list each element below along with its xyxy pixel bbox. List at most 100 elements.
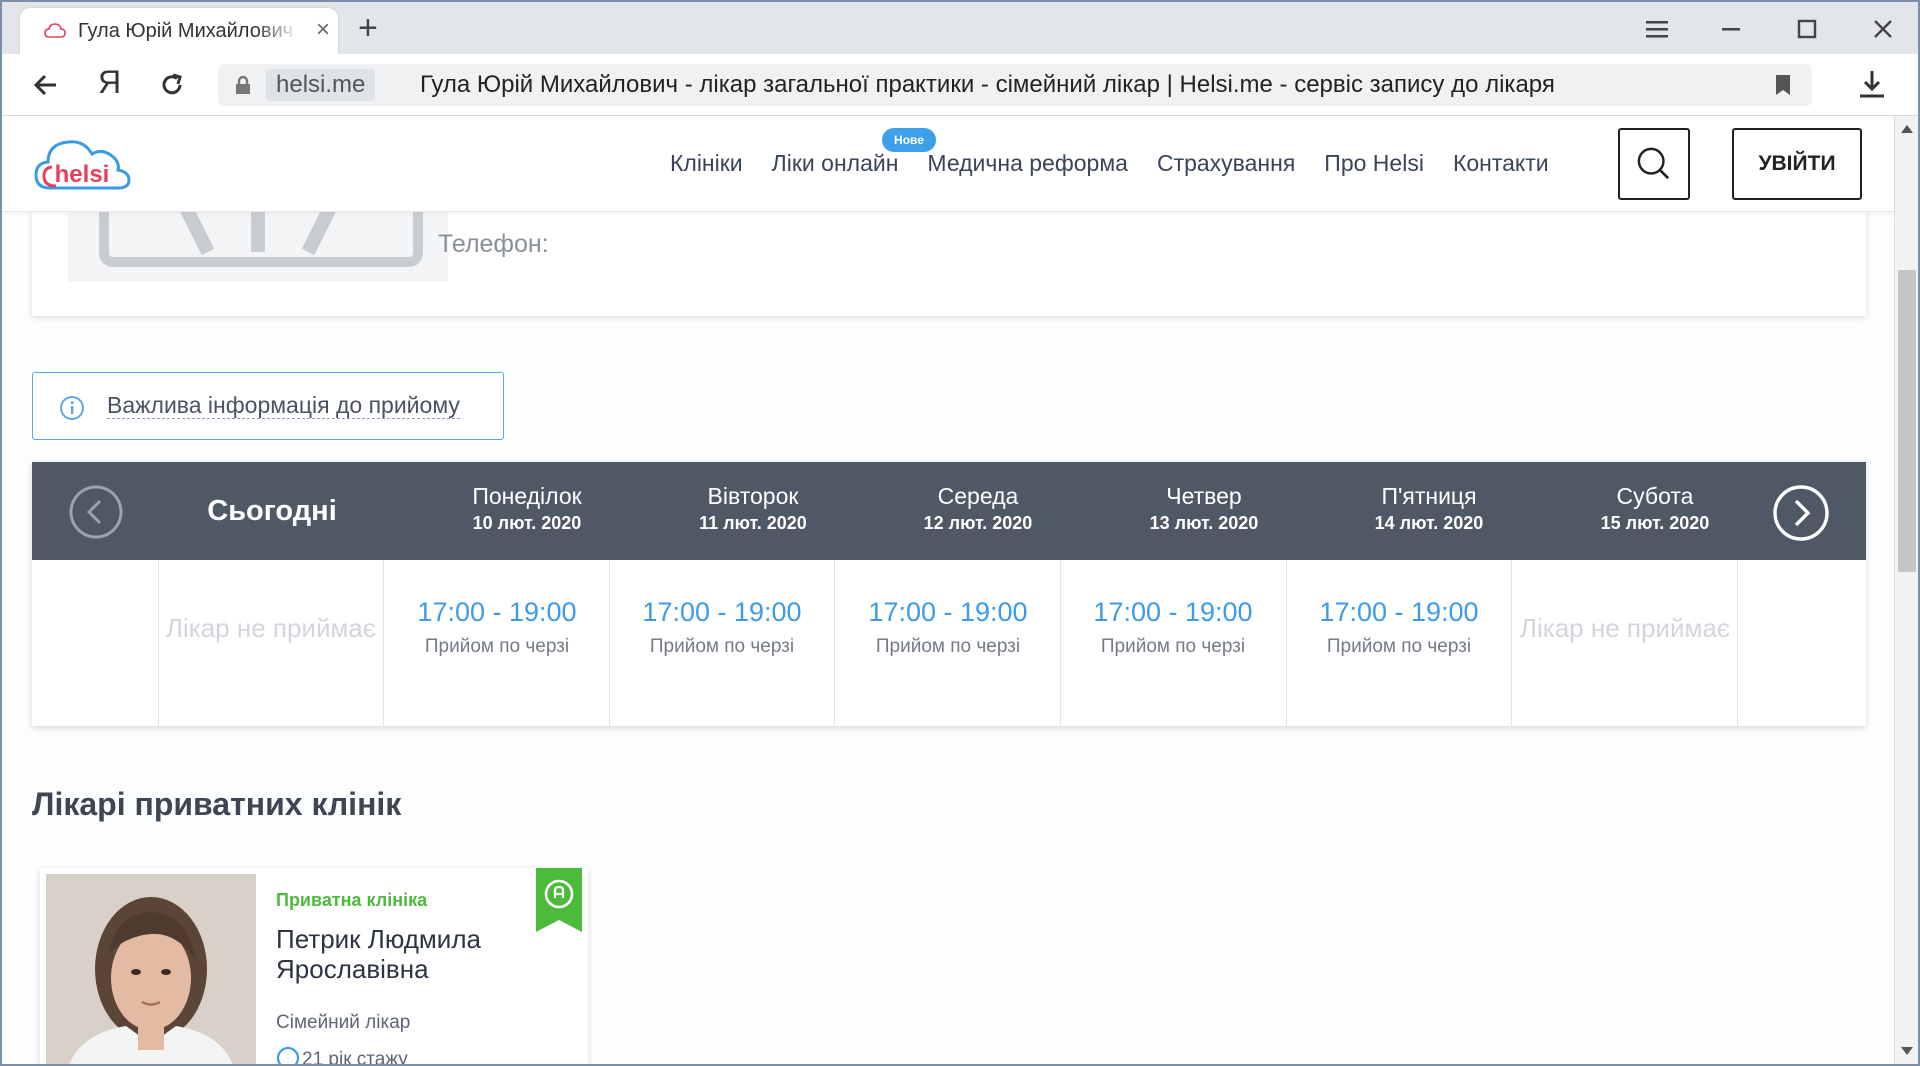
scroll-down-icon[interactable] (1901, 1046, 1913, 1056)
schedule-header: Сьогодні Понеділок 10 лют. 2020 Вівторок… (32, 462, 1866, 560)
doctor-portrait (46, 874, 256, 1064)
day-date: 12 лют. 2020 (923, 513, 1033, 533)
tab-bar: Гула Юрій Михайлович - лікар загальної п… (2, 2, 1918, 54)
bookmark-icon[interactable] (1770, 72, 1796, 98)
doctor-experience: 21 рік стажу (276, 1046, 408, 1066)
slot-note: Прийом по черзі (424, 636, 570, 657)
page-content: Телефон: Важлива інформація до прийому С… (2, 212, 1894, 1066)
schedule-widget: Сьогодні Понеділок 10 лют. 2020 Вівторок… (32, 462, 1866, 726)
day-name: Четвер (1166, 483, 1242, 509)
page-title-text: Гула Юрій Михайлович - лікар загальної п… (420, 71, 1555, 98)
day-name: П'ятниця (1381, 483, 1477, 509)
scroll-up-icon[interactable] (1901, 124, 1913, 134)
day-name: Вівторок (707, 483, 799, 509)
slot-note: Прийом по черзі (1100, 636, 1246, 657)
day-header: Вівторок 11 лют. 2020 (640, 482, 866, 536)
doctor-profile-card: Телефон: (32, 212, 1866, 316)
helsi-favicon-icon (44, 23, 66, 38)
doctor-photo[interactable] (46, 874, 256, 1064)
experience-text: 21 рік стажу (302, 1049, 408, 1066)
login-button[interactable]: УВІЙТИ (1732, 128, 1862, 200)
browser-window: Гула Юрій Михайлович - лікар загальної п… (0, 0, 1920, 1066)
back-arrow-icon[interactable] (28, 67, 64, 103)
download-icon[interactable] (1854, 66, 1890, 102)
tab-title: Гула Юрій Михайлович - лікар загальної п… (78, 20, 300, 42)
domain-label: helsi.me (266, 69, 376, 101)
tab-close-icon[interactable]: × (316, 18, 330, 42)
day-date: 15 лют. 2020 (1600, 513, 1710, 533)
schedule-body: Лікар не приймає 17:00 - 19:00 Прийом по… (32, 560, 1866, 726)
placeholder-image-icon (99, 212, 423, 267)
minimize-icon[interactable] (1714, 12, 1748, 46)
experience-icon (276, 1046, 300, 1064)
day-header: Четвер 13 лют. 2020 (1091, 482, 1317, 536)
private-doctors-heading: Лікарі приватних клінік (32, 786, 402, 822)
url-field[interactable]: helsi.me Гула Юрій Михайлович - лікар за… (218, 64, 1812, 106)
not-receiving-text: Лікар не приймає (1519, 613, 1731, 643)
photo-placeholder (68, 212, 448, 282)
doctor-name[interactable]: Петрик Людмила Ярославівна (276, 924, 536, 984)
slot-note: Прийом по черзі (875, 636, 1021, 657)
nav-item-contacts[interactable]: Контакти (1453, 150, 1549, 177)
lock-icon (236, 75, 250, 94)
important-info-button[interactable]: Важлива інформація до прийому (32, 372, 504, 440)
logo-text: helsi (55, 161, 110, 188)
day-date: 11 лют. 2020 (699, 513, 807, 533)
day-header: Середа 12 лют. 2020 (865, 482, 1091, 536)
maximize-icon[interactable] (1790, 12, 1824, 46)
nav-item-reform[interactable]: Медична реформа (927, 150, 1128, 177)
day-header: П'ятниця 14 лют. 2020 (1316, 482, 1542, 536)
day-header: Понеділок 10 лют. 2020 (414, 482, 640, 536)
important-info-link[interactable]: Важлива інформація до прийому (107, 392, 460, 419)
day-date: 13 лют. 2020 (1149, 513, 1259, 533)
schedule-slot[interactable]: 17:00 - 19:00 Прийом по черзі (1286, 560, 1512, 726)
slot-time[interactable]: 17:00 - 19:00 (609, 596, 835, 628)
nav-item-medicines[interactable]: Ліки онлайн (772, 150, 899, 177)
day-name: Субота (1616, 483, 1694, 509)
yandex-button[interactable]: Я (98, 64, 121, 100)
next-week-arrow-icon[interactable] (1772, 484, 1830, 542)
new-badge: Нове (882, 128, 936, 152)
day-date: 14 лют. 2020 (1374, 513, 1484, 533)
new-tab-button[interactable]: + (358, 10, 378, 46)
nav-item-insurance[interactable]: Страхування (1157, 150, 1295, 177)
day-name: Понеділок (472, 483, 582, 509)
not-receiving-text: Лікар не приймає (165, 613, 377, 643)
browser-tab[interactable]: Гула Юрій Михайлович - лікар загальної п… (20, 8, 338, 54)
day-header: Субота 15 лют. 2020 (1542, 482, 1768, 536)
search-button[interactable] (1618, 128, 1690, 200)
day-name: Середа (937, 483, 1019, 509)
nav-item-clinics[interactable]: Клініки (670, 150, 743, 177)
schedule-cell-today: Лікар не приймає (158, 560, 384, 726)
schedule-slot[interactable]: 17:00 - 19:00 Прийом по черзі (609, 560, 835, 726)
address-bar: Я helsi.me Гула Юрій Михайлович - лікар … (2, 54, 1918, 116)
site-header: helsi Клініки Ліки онлайн Медична реформ… (2, 116, 1894, 212)
today-label: Сьогодні (207, 495, 337, 527)
clinic-type-label: Приватна клініка (276, 890, 428, 910)
scrollbar-thumb[interactable] (1898, 270, 1916, 572)
day-date: 10 лют. 2020 (472, 513, 582, 533)
browser-menu-icon[interactable] (1640, 12, 1674, 46)
schedule-slot[interactable]: 17:00 - 19:00 Прийом по черзі (835, 560, 1061, 726)
doctor-card[interactable]: Приватна клініка Петрик Людмила Ярославі… (40, 868, 588, 1066)
doctor-specialty: Сімейний лікар (276, 1012, 411, 1033)
slot-time[interactable]: 17:00 - 19:00 (1060, 596, 1286, 628)
close-window-icon[interactable] (1866, 12, 1900, 46)
slot-note: Прийом по черзі (1326, 636, 1472, 657)
schedule-slot[interactable]: 17:00 - 19:00 Прийом по черзі (1060, 560, 1286, 726)
page-scrollbar[interactable] (1894, 116, 1918, 1064)
prev-week-arrow-icon[interactable] (68, 484, 124, 540)
slot-note: Прийом по черзі (649, 636, 795, 657)
slot-time[interactable]: 17:00 - 19:00 (384, 596, 610, 628)
slot-time[interactable]: 17:00 - 19:00 (1286, 596, 1512, 628)
schedule-cell-saturday: Лікар не приймає (1512, 560, 1738, 726)
main-nav: Клініки Ліки онлайн Медична реформа Стра… (670, 150, 1578, 177)
reload-icon[interactable] (154, 67, 190, 103)
helsi-logo[interactable]: helsi (32, 130, 132, 198)
nav-item-about[interactable]: Про Helsi (1324, 150, 1424, 177)
schedule-slot[interactable]: 17:00 - 19:00 Прийом по черзі (384, 560, 610, 726)
search-icon (1637, 147, 1670, 180)
private-clinic-ribbon-icon (536, 868, 582, 932)
info-icon (60, 396, 84, 420)
slot-time[interactable]: 17:00 - 19:00 (835, 596, 1061, 628)
